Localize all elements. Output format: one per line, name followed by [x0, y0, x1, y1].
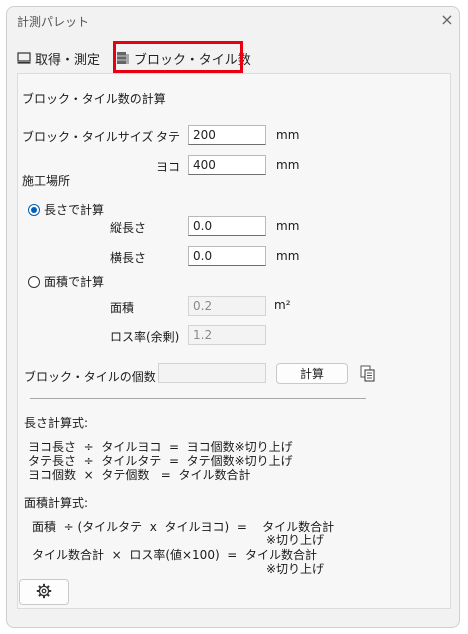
tate-label: タテ [156, 130, 181, 144]
by-area-radio[interactable]: 面積で計算 [28, 273, 104, 290]
horizontal-length-label: 横長さ [110, 251, 147, 265]
vertical-length-label: 縦長さ [110, 221, 147, 235]
area-formula-heading: 面積計算式: [24, 496, 89, 510]
length-formula-line-1: ヨコ長さ ÷ タイルヨコ = ヨコ個数※切り上げ [28, 440, 293, 454]
vertical-length-input[interactable] [188, 216, 266, 236]
copy-icon[interactable] [360, 365, 376, 383]
area-unit: m² [274, 298, 291, 312]
area-formula-note-1: ※切り上げ [266, 533, 325, 547]
by-length-label: 長さで計算 [44, 203, 105, 217]
settings-button[interactable] [19, 579, 69, 605]
tile-tate-input[interactable] [188, 125, 266, 145]
yoko-label: ヨコ [156, 160, 181, 174]
tab-panel: ブロック・タイル数の計算 ブロック・タイルサイズ タテ mm ヨコ mm 施工場… [17, 73, 451, 609]
loss-rate-label: ロス率(余剰) [110, 330, 180, 344]
area-formula-line-2: タイル数合計 × ロス率(値×100) = タイル数合計 [32, 548, 317, 562]
tile-size-label: ブロック・タイルサイズ [22, 130, 154, 144]
tate-unit: mm [276, 128, 300, 142]
selected-tab-highlight [113, 41, 243, 73]
area-input [188, 296, 266, 316]
tab-measure[interactable]: 取得・測定 [17, 47, 100, 69]
calculate-button[interactable]: 計算 [276, 363, 348, 384]
window-title: 計測パレット [17, 15, 90, 29]
radio-indicator [28, 203, 40, 216]
area-formula-line-1: 面積 ÷ (タイルタテ x タイルヨコ) = タイル数合計 [32, 520, 335, 534]
vertical-length-unit: mm [276, 219, 300, 233]
horizontal-length-input[interactable] [188, 246, 266, 266]
loss-rate-input [188, 325, 266, 345]
count-output [158, 363, 266, 383]
measure-palette-window: 計測パレット × 取得・測定 ブロック・タイル数 ブロック・タイル数の計算 ブロ… [6, 6, 460, 628]
divider [30, 398, 366, 399]
length-formula-line-3: ヨコ個数 × タテ個数 = タイル数合計 [28, 468, 251, 482]
count-label: ブロック・タイルの個数 [24, 370, 156, 384]
by-area-label: 面積で計算 [44, 275, 105, 289]
length-formula-heading: 長さ計算式: [24, 416, 89, 430]
area-formula-note-2: ※切り上げ [266, 562, 325, 576]
radio-indicator [28, 275, 40, 288]
site-label: 施工場所 [22, 174, 71, 188]
by-length-radio[interactable]: 長さで計算 [28, 201, 104, 218]
tab-measure-label: 取得・測定 [35, 52, 101, 68]
area-label: 面積 [110, 301, 135, 315]
horizontal-length-unit: mm [276, 249, 300, 263]
section-heading: ブロック・タイル数の計算 [22, 92, 166, 106]
monitor-icon [17, 51, 31, 65]
gear-icon [36, 583, 52, 602]
length-formula-line-2: タテ長さ ÷ タイルタテ = タテ個数※切り上げ [28, 454, 293, 468]
tile-yoko-input[interactable] [188, 155, 266, 175]
close-icon[interactable]: × [439, 10, 455, 29]
yoko-unit: mm [276, 158, 300, 172]
